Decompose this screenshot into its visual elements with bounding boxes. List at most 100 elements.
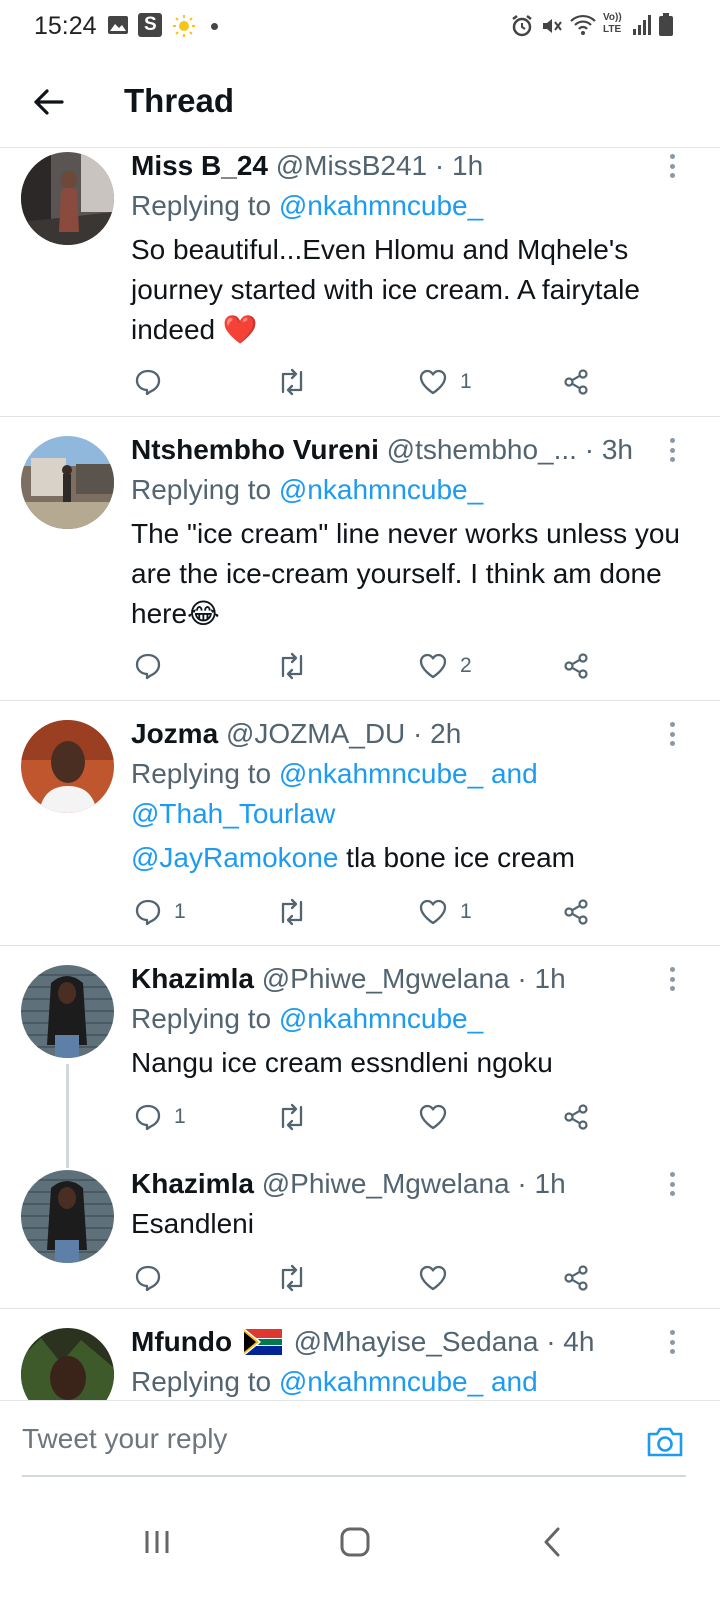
share-icon [564,899,588,925]
more-options-icon[interactable] [660,718,684,750]
author-name[interactable]: Mfundo [131,1326,232,1357]
back-button[interactable] [26,80,70,124]
author-name[interactable]: Khazimla [131,1168,254,1199]
app-header: Thread [0,56,720,148]
input-underline [22,1475,686,1477]
more-options-icon[interactable] [660,434,684,466]
reply-button[interactable]: 1 [134,1097,186,1137]
tweet-header: Jozma @JOZMA_DU · 2h [131,716,461,752]
reply-button[interactable] [134,646,174,686]
tweet-item[interactable]: Ntshembho Vureni @tshembho_... · 3h Repl… [0,432,720,700]
avatar[interactable] [21,965,114,1058]
replying-to: Replying to @nkahmncube_ and @Thah_Tourl… [131,754,571,834]
retweet-button[interactable] [276,362,308,402]
reply-mention-link[interactable]: @nkahmncube_ and [279,1366,538,1397]
retweet-icon [281,368,303,396]
author-name[interactable]: Ntshembho Vureni [131,434,379,465]
more-options-icon[interactable] [660,1326,684,1358]
tweet-time: · 2h [413,718,462,749]
share-button[interactable] [562,646,590,686]
tweet-actions: 2 [0,646,720,686]
avatar[interactable] [21,436,114,529]
battery-icon [658,13,674,37]
avatar[interactable] [21,720,114,813]
author-handle[interactable]: @tshembho_... [387,434,577,465]
retweet-icon [281,1264,303,1292]
retweet-button[interactable] [276,646,308,686]
retweet-button[interactable] [276,1097,308,1137]
reply-mention-link[interactable]: @nkahmncube_ [279,1003,483,1034]
author-handle[interactable]: @JOZMA_DU [226,718,405,749]
like-button[interactable] [418,1258,460,1298]
retweet-icon [281,652,303,680]
tweet-text: Nangu ice cream essndleni ngoku [131,1047,553,1078]
reply-icon [135,1265,161,1292]
retweet-button[interactable] [276,1258,308,1298]
reply-icon [135,899,161,926]
author-handle[interactable]: @Phiwe_Mgwelana [262,1168,510,1199]
like-button[interactable]: 1 [418,892,472,932]
retweet-icon [281,1103,303,1131]
reply-mention-link[interactable]: @nkahmncube_ [279,474,483,505]
tweet-header: Khazimla @Phiwe_Mgwelana · 1h [131,1166,566,1202]
tweet-item[interactable]: Miss B_24 @MissB241 · 1h Replying to @nk… [0,148,720,416]
reply-input[interactable]: Tweet your reply [22,1423,227,1455]
thread-feed[interactable]: Miss B_24 @MissB241 · 1h Replying to @nk… [0,148,720,1400]
more-options-icon[interactable] [660,963,684,995]
more-options-icon[interactable] [660,1168,684,1200]
like-button[interactable]: 1 [418,362,472,402]
tweet-item[interactable]: Khazimla @Phiwe_Mgwelana · 1h Replying t… [0,961,720,1151]
author-handle[interactable]: @Phiwe_Mgwelana [262,963,510,994]
reply-button[interactable]: 1 [134,892,186,932]
reply-icon [135,653,161,680]
share-button[interactable] [562,892,590,932]
avatar[interactable] [21,152,114,245]
share-icon [564,1104,588,1130]
replying-prefix: Replying to [131,1003,272,1034]
more-options-icon[interactable] [660,150,684,182]
status-time: 15:24 [34,12,97,40]
sun-icon [172,14,196,38]
reply-mention-link[interactable]: @nkahmncube_ [279,190,483,221]
share-button[interactable] [562,362,590,402]
wifi-icon [570,14,596,36]
tweet-item[interactable]: Jozma @JOZMA_DU · 2h Replying to @nkahmn… [0,716,720,946]
like-button[interactable]: 2 [418,646,472,686]
system-back-button[interactable] [522,1512,582,1572]
status-bar: 15:24 S Vo)) LTE [0,0,720,56]
replying-to: Replying to @nkahmncube_ and [131,1362,691,1400]
mention-link[interactable]: @JayRamokone [131,842,338,873]
replying-to: Replying to @nkahmncube_ [131,999,691,1039]
like-button[interactable] [418,1097,460,1137]
camera-button[interactable] [646,1425,684,1464]
avatar[interactable] [21,1328,114,1400]
tweet-text: The "ice cream" line never works unless … [131,518,680,629]
reply-count: 1 [174,1105,186,1128]
author-name[interactable]: Jozma [131,718,218,749]
reply-button[interactable] [134,362,174,402]
heart-icon [419,1265,447,1291]
heart-icon [419,1104,447,1130]
avatar[interactable] [21,1170,114,1263]
author-name[interactable]: Miss B_24 [131,150,268,181]
author-handle[interactable]: @MissB241 [276,150,427,181]
signal-icon [632,14,652,36]
home-icon [340,1527,370,1557]
reply-button[interactable] [134,1258,174,1298]
tweet-item[interactable]: Mfundo @Mhayise_Sedana · 4h Replying to … [0,1324,720,1400]
reply-count: 1 [174,900,186,923]
page-title: Thread [124,82,235,119]
recent-apps-button[interactable] [127,1512,187,1572]
s-app-icon: S [138,13,162,37]
author-handle[interactable]: @Mhayise_Sedana [294,1326,539,1357]
tweet-item[interactable]: Khazimla @Phiwe_Mgwelana · 1h Esandleni [0,1166,720,1312]
tweet-time: · 4h [546,1326,595,1357]
author-name[interactable]: Khazimla [131,963,254,994]
retweet-button[interactable] [276,892,308,932]
replying-to: Replying to @nkahmncube_ [131,470,691,510]
home-button[interactable] [325,1512,385,1572]
share-button[interactable] [562,1097,590,1137]
like-count: 1 [460,900,472,923]
share-button[interactable] [562,1258,590,1298]
tweet-actions [0,1258,720,1298]
